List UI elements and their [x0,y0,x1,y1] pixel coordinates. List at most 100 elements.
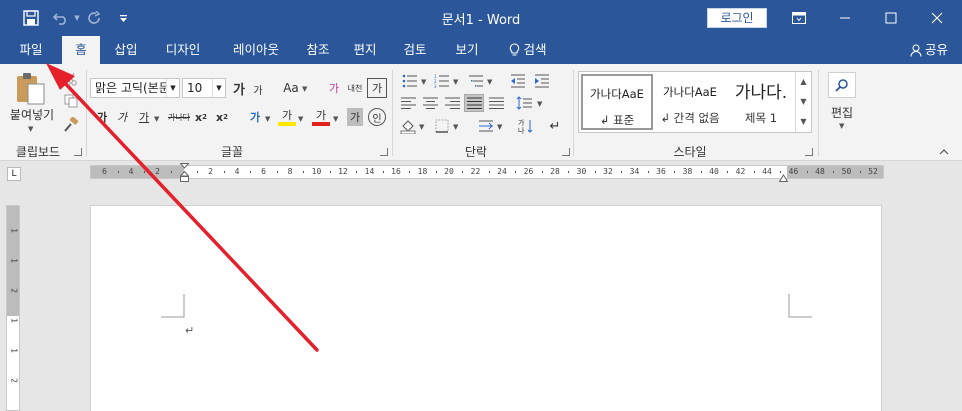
find-icon[interactable] [828,72,856,98]
distributed-icon[interactable] [486,94,506,112]
tab-review[interactable]: 검토 [394,36,436,64]
justify-icon[interactable] [464,94,484,112]
ruler-number: 36 [656,167,666,176]
editing-dropdown-icon[interactable]: ▼ [839,122,844,130]
cut-icon[interactable] [62,70,80,88]
minimize-icon[interactable] [822,0,868,36]
show-hide-marks-icon[interactable]: ↵ [546,117,564,135]
tab-home[interactable]: 홈 [62,36,100,64]
bullets-icon[interactable] [400,72,420,90]
document-page[interactable]: ↵ [90,205,882,411]
change-case-button[interactable]: Aa [280,78,302,98]
tab-view[interactable]: 보기 [446,36,488,64]
clipboard-launcher-icon[interactable] [74,148,82,156]
shading-dropdown-icon[interactable]: ▼ [419,123,424,131]
tab-selector[interactable]: L [7,167,21,181]
customize-quick-access-icon[interactable] [116,0,130,36]
superscript-button[interactable]: x2 [214,108,230,126]
character-border-button[interactable]: 가 [367,78,387,98]
tab-file[interactable]: 파일 [6,36,56,64]
font-color-dropdown-icon[interactable]: ▼ [333,115,338,123]
login-button[interactable]: 로그인 [707,8,767,28]
clear-formatting-button[interactable]: 가 [324,78,344,98]
sort-icon[interactable]: 가나 [516,117,536,135]
redo-icon[interactable] [86,0,104,36]
ruler-number: 24 [497,167,507,176]
styles-scroll-down-icon[interactable]: ▼ [796,92,811,112]
multilevel-list-icon[interactable] [466,72,486,90]
share-button[interactable]: 공유 [910,36,948,64]
close-icon[interactable] [914,0,960,36]
style-normal[interactable]: 가나다AaE ↲ 표준 [581,74,653,130]
asian-layout-dropdown-icon[interactable]: ▼ [497,123,502,131]
line-spacing-dropdown-icon[interactable]: ▼ [537,100,542,108]
font-size-combo[interactable]: 10 ▼ [182,78,226,98]
numbering-icon[interactable]: 123 [432,72,452,90]
font-color-button[interactable]: 가 [312,108,330,126]
styles-more-icon[interactable]: ▼ [796,112,811,132]
ribbon-display-options-icon[interactable] [776,0,822,36]
font-launcher-icon[interactable] [380,148,388,156]
borders-icon[interactable] [432,117,452,135]
asian-layout-icon[interactable] [476,117,496,135]
vertical-ruler[interactable]: 1 1 2 1 1 2 [6,205,20,411]
style-heading-1[interactable]: 가나다. 제목 1 [727,74,795,130]
font-size-dropdown-icon[interactable]: ▼ [212,79,225,97]
maximize-icon[interactable] [868,0,914,36]
undo-icon[interactable] [50,0,72,36]
ruler-number: 50 [841,167,852,176]
shrink-font-button[interactable]: 가 [250,80,266,98]
subscript-button[interactable]: x2 [194,108,208,126]
tab-references[interactable]: 참조 [298,36,338,64]
multilevel-dropdown-icon[interactable]: ▼ [487,78,492,86]
font-name-combo[interactable]: 맑은 고딕(본문 ▼ [90,78,180,98]
format-painter-icon[interactable] [62,116,80,134]
tab-design[interactable]: 디자인 [154,36,212,64]
styles-scroll-up-icon[interactable]: ▲ [796,72,811,92]
change-case-dropdown-icon[interactable]: ▼ [302,85,307,93]
bold-button[interactable]: 가 [94,108,110,126]
paste-dropdown-icon[interactable]: ▼ [28,125,33,133]
phonetic-guide-button[interactable]: 내천 [345,78,365,98]
align-right-icon[interactable] [442,94,462,112]
text-effects-dropdown-icon[interactable]: ▼ [265,115,270,123]
strikethrough-button[interactable]: 가나다 [166,108,192,126]
ribbon-home: 붙여넣기 ▼ 클립보드 맑은 고딕(본문 ▼ 10 ▼ 가 가 Aa ▼ 가 내… [0,64,962,161]
undo-dropdown-icon[interactable]: ▼ [72,0,82,36]
shading-icon[interactable] [398,117,418,135]
paragraph-launcher-icon[interactable] [562,148,570,156]
save-icon[interactable] [18,0,44,36]
line-spacing-icon[interactable] [514,94,534,112]
decrease-indent-icon[interactable] [508,72,528,90]
copy-icon[interactable] [62,92,80,110]
highlight-color-button[interactable]: 가 [278,108,296,126]
underline-button[interactable]: 가 [136,108,152,126]
italic-button[interactable]: 가 [114,108,130,126]
tab-mailings[interactable]: 편지 [344,36,386,64]
collapse-ribbon-icon[interactable] [938,146,950,156]
first-line-indent-marker[interactable] [179,163,190,186]
horizontal-ruler[interactable]: 6 4 2 2 4 6 8 10 12 14 16 18 20 22 24 26 28 30 32 34 36 38 40 4… [90,163,884,182]
styles-launcher-icon[interactable] [805,148,813,156]
paste-button[interactable]: 붙여넣기 [6,106,58,122]
bullets-dropdown-icon[interactable]: ▼ [421,78,426,86]
tab-layout[interactable]: 레이아웃 [220,36,292,64]
font-name-dropdown-icon[interactable]: ▼ [166,79,179,97]
highlight-dropdown-icon[interactable]: ▼ [298,115,303,123]
underline-dropdown-icon[interactable]: ▼ [154,115,159,123]
grow-font-button[interactable]: 가 [230,78,248,98]
enclose-characters-button[interactable]: 인 [368,108,386,126]
tell-me-search[interactable]: 검색 [500,36,556,64]
paste-icon[interactable] [14,70,48,108]
text-effects-button[interactable]: 가 [246,108,264,126]
increase-indent-icon[interactable] [532,72,552,90]
align-center-icon[interactable] [420,94,440,112]
right-indent-marker[interactable] [778,171,789,185]
editing-button[interactable]: 편집 [826,104,858,120]
numbering-dropdown-icon[interactable]: ▼ [453,78,458,86]
align-left-icon[interactable] [398,94,418,112]
tab-insert[interactable]: 삽입 [104,36,148,64]
style-no-spacing[interactable]: 가나다AaE ↲ 간격 없음 [655,74,725,130]
borders-dropdown-icon[interactable]: ▼ [453,123,458,131]
character-shading-button[interactable]: 가 [347,108,363,126]
